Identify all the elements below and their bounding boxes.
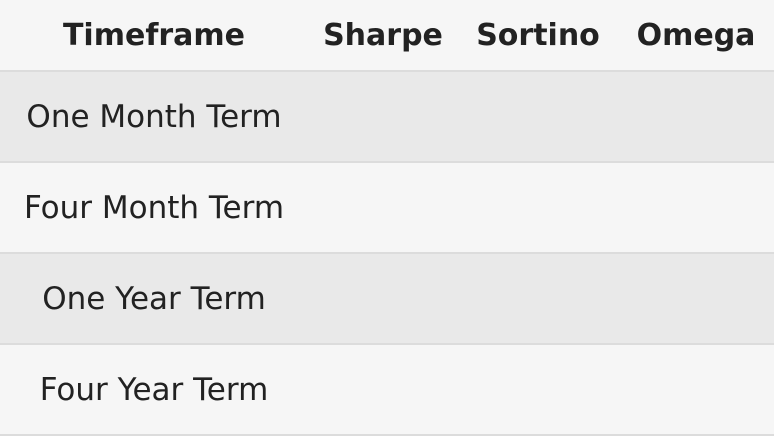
cell-timeframe: Four Year Term [0, 344, 308, 436]
cell-timeframe: One Year Term [0, 253, 308, 345]
table-header: Timeframe Sharpe Sortino Omega [0, 0, 774, 72]
cell-sharpe [308, 71, 458, 163]
cell-omega [618, 71, 774, 163]
header-sortino[interactable]: Sortino [458, 0, 618, 72]
cell-sortino [458, 344, 618, 436]
header-timeframe[interactable]: Timeframe [0, 0, 308, 72]
cell-omega [618, 162, 774, 254]
cell-omega [618, 253, 774, 345]
header-omega[interactable]: Omega [618, 0, 774, 72]
cell-sortino [458, 71, 618, 163]
cell-sharpe [308, 162, 458, 254]
cell-omega [618, 344, 774, 436]
cell-sharpe [308, 344, 458, 436]
header-row: Timeframe Sharpe Sortino Omega [0, 0, 774, 72]
table-body: One Month Term Four Month Term One Year … [0, 71, 774, 436]
cell-sortino [458, 253, 618, 345]
cell-timeframe: One Month Term [0, 71, 308, 163]
cell-sortino [458, 162, 618, 254]
header-sharpe[interactable]: Sharpe [308, 0, 458, 72]
table-row: One Year Term [0, 253, 774, 345]
table-row: Four Month Term [0, 162, 774, 254]
risk-ratio-table: Timeframe Sharpe Sortino Omega One Month… [0, 0, 774, 436]
table-row: One Month Term [0, 71, 774, 163]
cell-sharpe [308, 253, 458, 345]
table-row: Four Year Term [0, 344, 774, 436]
cell-timeframe: Four Month Term [0, 162, 308, 254]
